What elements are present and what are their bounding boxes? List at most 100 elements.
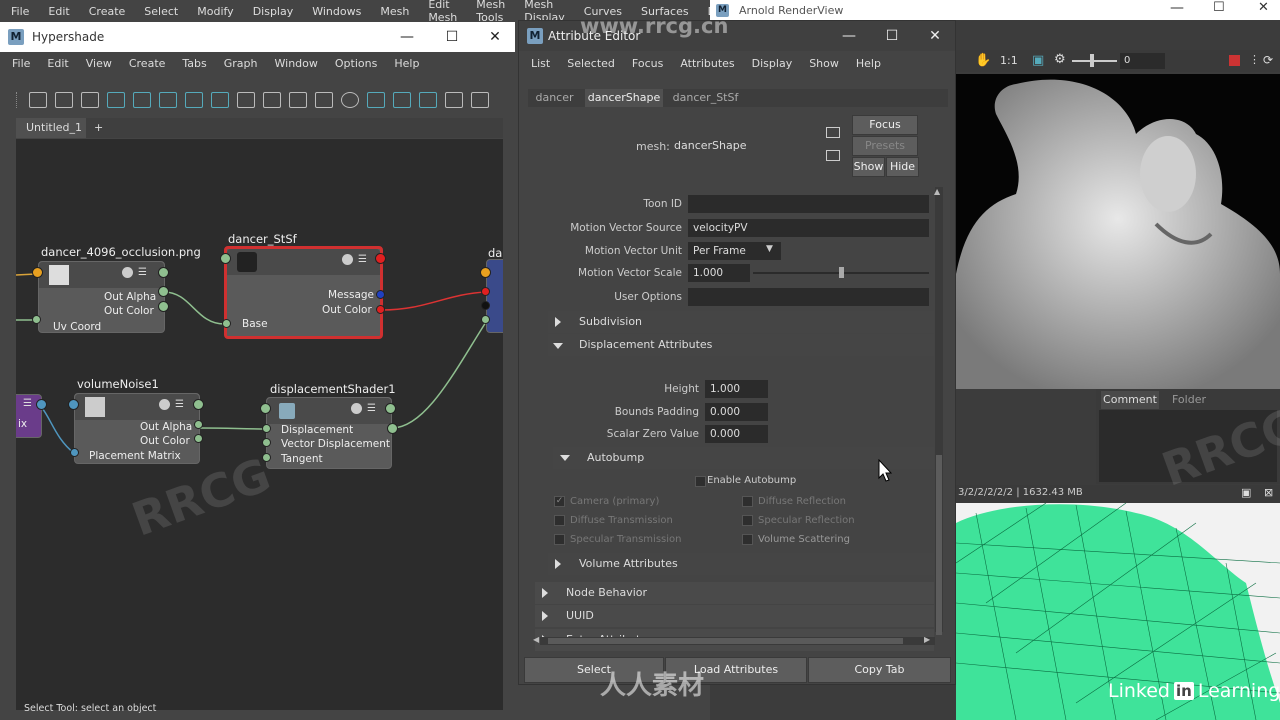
render-menu-icon[interactable]: ⋮: [1249, 53, 1260, 66]
simple-mode-icon[interactable]: [237, 92, 255, 108]
copy-tab-button[interactable]: Copy Tab: [808, 657, 951, 683]
volume-scattering-checkbox[interactable]: [742, 534, 753, 545]
section-volume[interactable]: Volume Attributes: [548, 553, 934, 575]
minimize-icon[interactable]: —: [1170, 0, 1184, 16]
menu-item-selected[interactable]: Selected: [567, 57, 615, 70]
diffuse-reflection-checkbox[interactable]: [742, 496, 753, 507]
output-port[interactable]: [385, 403, 396, 414]
ratio-label[interactable]: 1:1: [1000, 54, 1018, 67]
menu-item-modify[interactable]: Modify: [186, 5, 241, 18]
menu-item-select[interactable]: Select: [133, 5, 186, 18]
close-icon[interactable]: ✕: [472, 22, 518, 52]
scalar-zero-field[interactable]: 0.000: [705, 425, 768, 443]
menu-item-list[interactable]: List: [531, 57, 550, 70]
toggle-icon[interactable]: [471, 92, 489, 108]
message-port[interactable]: [376, 290, 385, 299]
swatch-icon[interactable]: [367, 92, 385, 108]
node-menu-icon[interactable]: ☰: [138, 267, 147, 278]
rearrange-icon[interactable]: [211, 92, 229, 108]
stop-render-icon[interactable]: [1229, 55, 1240, 66]
input-port[interactable]: [480, 267, 491, 278]
clear-graph-icon[interactable]: [159, 92, 177, 108]
menu-item-options[interactable]: Options: [335, 57, 377, 73]
scroll-up-icon[interactable]: ▲: [934, 187, 940, 196]
bounds-padding-field[interactable]: 0.000: [705, 403, 768, 421]
load-input-icon[interactable]: [826, 127, 840, 138]
enable-autobump-checkbox[interactable]: [695, 476, 706, 487]
scroll-right-icon[interactable]: ▶: [924, 635, 930, 644]
horizontal-scrollbar-thumb[interactable]: [548, 638, 903, 644]
out-alpha-port[interactable]: [158, 286, 169, 297]
specular-reflection-checkbox[interactable]: [742, 515, 753, 526]
section-displacement[interactable]: Displacement Attributes: [548, 334, 934, 356]
node-menu-icon[interactable]: ☰: [175, 399, 184, 410]
node-menu-icon[interactable]: ☰: [23, 398, 32, 409]
graph-icon[interactable]: [445, 92, 463, 108]
input-port[interactable]: [260, 403, 271, 414]
menu-item-window[interactable]: Window: [275, 57, 318, 73]
output-connections-icon[interactable]: [81, 92, 99, 108]
menu-item-edit[interactable]: Edit: [47, 57, 68, 73]
layout-icon[interactable]: [185, 92, 203, 108]
out-color-port[interactable]: [194, 434, 203, 443]
mv-source-field[interactable]: velocityPV: [688, 219, 929, 237]
displacement-port[interactable]: [481, 315, 490, 324]
input-port[interactable]: [68, 399, 79, 410]
displacement-shader-node[interactable]: ☰ Displacement Vector Displacement Tange…: [266, 397, 392, 469]
out-alpha-port[interactable]: [194, 420, 203, 429]
menu-item-file[interactable]: File: [12, 57, 30, 73]
toon-id-field[interactable]: [688, 195, 929, 213]
output-port[interactable]: [36, 399, 47, 410]
frame-selected-icon[interactable]: [133, 92, 151, 108]
section-node-behavior[interactable]: Node Behavior: [535, 582, 934, 604]
menu-item-graph[interactable]: Graph: [224, 57, 258, 73]
tab-dancer[interactable]: dancer: [528, 89, 581, 107]
section-autobump[interactable]: Autobump: [553, 447, 934, 469]
snap-icon[interactable]: [419, 92, 437, 108]
menu-item-edit-mesh[interactable]: Edit Mesh: [417, 0, 465, 24]
settings-icon[interactable]: ⚙: [1054, 52, 1066, 67]
menu-item-create[interactable]: Create: [78, 5, 134, 18]
menu-item-help[interactable]: Help: [394, 57, 419, 73]
snapshot-icon[interactable]: ✋: [975, 53, 991, 68]
shader-node[interactable]: ☰ Message Out Color Base: [224, 246, 383, 339]
exposure-slider[interactable]: [1072, 60, 1117, 62]
tab-comment[interactable]: Comment: [1101, 391, 1159, 409]
output-port[interactable]: [193, 399, 204, 410]
menu-item-view[interactable]: View: [86, 57, 112, 73]
input-port[interactable]: [220, 253, 231, 264]
close-icon[interactable]: ✕: [1258, 0, 1269, 15]
camera-checkbox[interactable]: ✓: [554, 496, 565, 507]
menu-item-edit[interactable]: Edit: [37, 5, 77, 18]
base-port[interactable]: [222, 319, 231, 328]
volume-noise-node[interactable]: ☰ Out Alpha Out Color Placement Matrix: [74, 393, 200, 464]
user-options-field[interactable]: [688, 288, 929, 306]
frame-all-icon[interactable]: [107, 92, 125, 108]
hide-button[interactable]: Hide: [886, 157, 919, 177]
minimize-icon[interactable]: —: [826, 21, 872, 51]
placement-port[interactable]: [70, 448, 79, 457]
grid-icon[interactable]: [393, 92, 411, 108]
exposure-slider-handle[interactable]: [1090, 54, 1094, 67]
maximize-icon[interactable]: ☐: [1213, 0, 1225, 15]
vertical-scrollbar-thumb[interactable]: [936, 455, 942, 635]
specular-transmission-checkbox[interactable]: [554, 534, 565, 545]
uv-coord-port[interactable]: [32, 315, 41, 324]
menu-item-file[interactable]: File: [0, 5, 37, 18]
tab-dancer-stsf[interactable]: dancer_StSf: [668, 89, 743, 107]
menu-item-focus[interactable]: Focus: [632, 57, 663, 70]
diffuse-transmission-checkbox[interactable]: [554, 515, 565, 526]
add-tab-button[interactable]: +: [94, 121, 103, 134]
custom-mode-icon[interactable]: [315, 92, 333, 108]
node-graph-canvas[interactable]: dancer_4096_occlusion.png ☰ Out Alpha Ou…: [16, 139, 503, 710]
menu-item-display[interactable]: Display: [752, 57, 793, 70]
input-port[interactable]: [32, 267, 43, 278]
menu-item-windows[interactable]: Windows: [301, 5, 369, 18]
output-port[interactable]: [375, 253, 386, 264]
exposure-value[interactable]: 0: [1120, 53, 1165, 69]
out-color-port[interactable]: [376, 305, 385, 314]
maximize-icon[interactable]: ☐: [429, 22, 475, 52]
menu-item-show[interactable]: Show: [809, 57, 839, 70]
out-color-port[interactable]: [158, 301, 169, 312]
displacement-in-port[interactable]: [262, 424, 271, 433]
